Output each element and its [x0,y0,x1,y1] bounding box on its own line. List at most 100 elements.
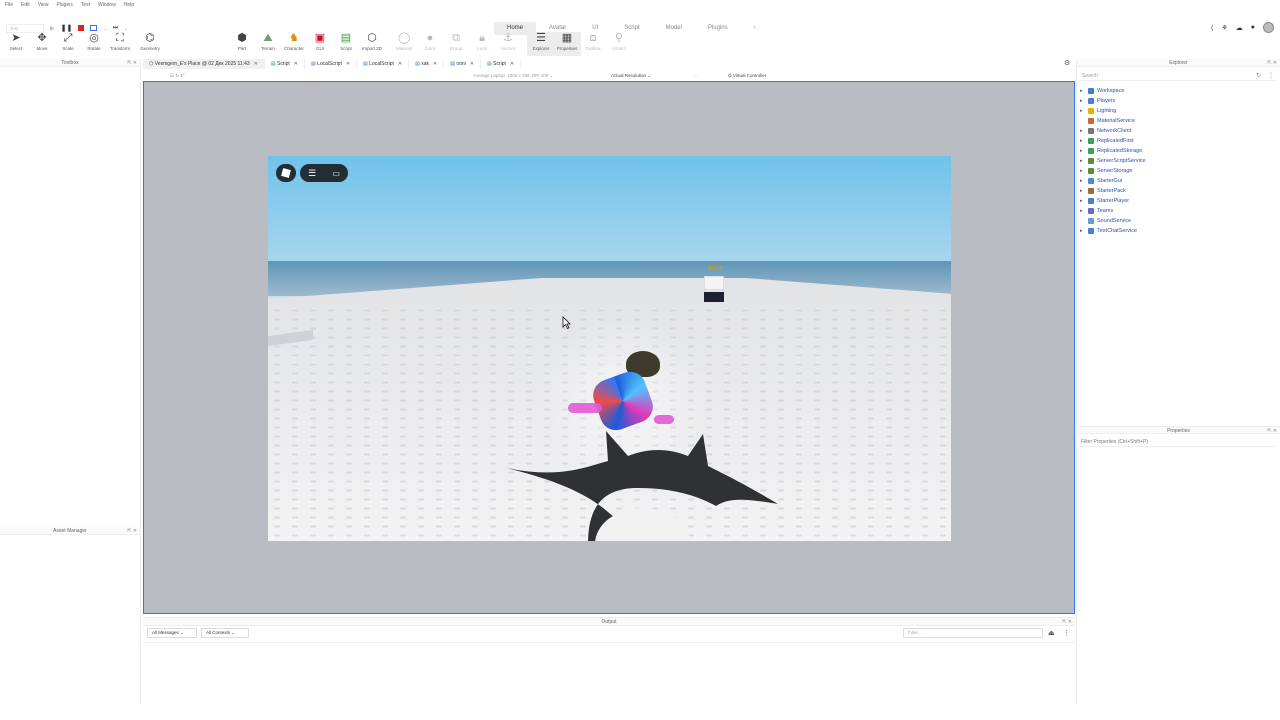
explorer-item[interactable]: ▸ Teams [1080,206,1276,216]
properties-tool[interactable]: ▦ Properties [553,32,581,56]
panel-pin-icon[interactable]: ⇱ ✕ [1267,59,1277,67]
menu-edit[interactable]: Edit [21,2,30,8]
close-icon[interactable]: ✕ [433,61,437,67]
explorer-item[interactable]: ▸ ServerScriptService [1080,156,1276,166]
explorer-item[interactable]: ▸ NetworkClient [1080,126,1276,136]
group-tool[interactable]: ⧉ Group [442,32,470,51]
expand-arrow-icon[interactable]: ▸ [1080,126,1085,136]
explorer-item[interactable]: ▸ StarterGui [1080,176,1276,186]
explorer-item[interactable]: ▸ Players [1080,96,1276,106]
explorer-item[interactable]: ▸ Lighting [1080,106,1276,116]
contexts-filter-dropdown[interactable]: All Contexts ⌄ [201,628,249,638]
explorer-item[interactable]: SoundService [1080,216,1276,226]
explorer-item[interactable]: ▸ Workspace [1080,86,1276,96]
explorer-item[interactable]: ▸ StarterPlayer [1080,196,1276,206]
explorer-item[interactable]: MaterialService [1080,116,1276,126]
tab-script-2[interactable]: ▤ Script ✕ [481,59,522,69]
player-nametag: SOLO [708,266,723,272]
tab-place[interactable]: ⬡ Vexmgem_E's Place @ 02 Дек 2025 11:43 ✕ [143,59,265,69]
explorer-tool[interactable]: ☰ Explorer [527,32,555,56]
explorer-item[interactable]: ▸ ReplicatedStorage [1080,146,1276,156]
tab-ooni[interactable]: ▤ ooni ✕ [444,59,481,69]
explorer-item-label: SoundService [1097,218,1132,224]
menu-test[interactable]: Test [81,2,90,8]
hamburger-menu-icon[interactable]: ☰ [308,168,316,179]
geometry-tool[interactable]: ⌬ Geometry [136,32,164,51]
toolbox-tool[interactable]: ⧈ Toolbox [579,32,607,51]
tab-localscript-1[interactable]: ▤ LocalScript ✕ [305,59,358,69]
expand-arrow-icon[interactable]: ▸ [1080,196,1085,206]
messages-filter-dropdown[interactable]: All Messages ⌄ [147,628,197,638]
terrain-tool[interactable]: ⛰ Terrain [254,32,282,51]
expand-arrow-icon[interactable]: ▸ [1080,146,1085,156]
menu-file[interactable]: File [5,2,13,8]
panel-pin-icon[interactable]: ⇱ ✕ [127,527,137,535]
transform-tool[interactable]: ⛶ Transform [106,32,134,51]
expand-arrow-icon[interactable]: ▸ [1080,166,1085,176]
expand-arrow-icon[interactable]: ▸ [1080,96,1085,106]
panel-pin-icon[interactable]: ⇱ ✕ [127,59,137,67]
explorer-item-label: ReplicatedStorage [1097,148,1143,154]
roblox-logo-button[interactable] [276,164,296,182]
explorer-item[interactable]: ▸ ReplicatedFirst [1080,136,1276,146]
assets-tool[interactable]: ⚲ Assets [605,32,633,51]
menu-help[interactable]: Help [124,2,134,8]
resolution-dropdown[interactable]: Actual Resolution ⌄ [611,73,651,79]
properties-filter-input[interactable]: Filter Properties (Ctrl+Shift+P) [1079,437,1277,447]
player-body [588,367,658,435]
close-icon[interactable]: ✕ [346,61,350,67]
explorer-item[interactable]: ▸ StarterPack [1080,186,1276,196]
expand-arrow-icon[interactable]: ▸ [1080,106,1085,116]
menu-window[interactable]: Window [98,2,116,8]
orientation-icon[interactable]: ◌ [695,73,698,78]
clear-output-icon[interactable]: ⏏ [1048,629,1055,637]
select-tool[interactable]: ➤ Select [2,32,30,51]
panel-pin-icon[interactable]: ⇱ ✕ [1062,618,1072,626]
import3d-tool[interactable]: ⬡ Import 3D [358,32,386,51]
lock-tool[interactable]: 🔒︎ Lock [468,32,496,51]
refresh-icon[interactable]: ↻ [1256,72,1261,79]
move-tool[interactable]: ✥ Move [28,32,56,51]
output-panel-header: Output ⇱ ✕ [143,618,1075,626]
expand-arrow-icon[interactable]: ▸ [1080,226,1085,236]
import-icon: ⬡ [367,32,377,44]
close-icon[interactable]: ✕ [398,61,402,67]
gui-tool[interactable]: ▣ GUI [306,32,334,51]
game-view[interactable]: SOLO ☰ ▭ [268,156,951,541]
more-options-icon[interactable]: ⋮ [1063,629,1070,637]
explorer-item[interactable]: ▸ ServerStorage [1080,166,1276,176]
expand-arrow-icon[interactable]: ▸ [1080,176,1085,186]
panel-pin-icon[interactable]: ⇱ ✕ [1267,427,1277,435]
expand-arrow-icon[interactable]: ▸ [1080,186,1085,196]
anchor-tool[interactable]: ⚓︎ Anchor [494,32,522,51]
close-icon[interactable]: ✕ [294,61,298,67]
virtual-controller-toggle[interactable]: ⛭ Virtual Controller [728,73,766,78]
chat-icon[interactable]: ▭ [332,169,340,178]
rotate-tool[interactable]: ◎ Rotate [80,32,108,51]
close-icon[interactable]: ✕ [510,61,514,67]
tab-localscript-2[interactable]: ▤ LocalScript ✕ [357,59,410,69]
filter-icon[interactable]: ⋮ [1268,72,1274,79]
close-icon[interactable]: ✕ [254,61,258,67]
expand-arrow-icon[interactable]: ▸ [1080,206,1085,216]
device-dropdown[interactable]: Average Laptop 1366 x 768 DPI 100 ⌄ [473,73,553,79]
close-icon[interactable]: ✕ [470,61,474,67]
expand-arrow-icon[interactable]: ▸ [1080,136,1085,146]
expand-arrow-icon[interactable]: ▸ [1080,86,1085,96]
part-tool[interactable]: ⬢ Part [228,32,256,51]
tab-xak[interactable]: ▤ xak ✕ [409,59,445,69]
scale-tool[interactable]: ⤢ Scale [54,32,82,51]
script-tool[interactable]: ▤ Script [332,32,360,51]
menu-plugins[interactable]: Plugins [56,2,72,8]
color-tool[interactable]: ● Color [416,32,444,51]
character-tool[interactable]: ♞ Character [280,32,308,51]
expand-arrow-icon[interactable]: ▸ [1080,156,1085,166]
menu-view[interactable]: View [38,2,49,8]
game-viewport[interactable]: SOLO ☰ ▭ [143,81,1075,614]
output-filter-input[interactable]: Filter... [903,628,1043,638]
tab-script-1[interactable]: ▤ Script ✕ [265,59,305,69]
explorer-item[interactable]: ▸ TextChatService [1080,226,1276,236]
material-tool[interactable]: ◯ Material [390,32,418,51]
explorer-search-input[interactable]: Search [1079,71,1277,81]
settings-icon[interactable]: ⚙ [1064,59,1070,67]
